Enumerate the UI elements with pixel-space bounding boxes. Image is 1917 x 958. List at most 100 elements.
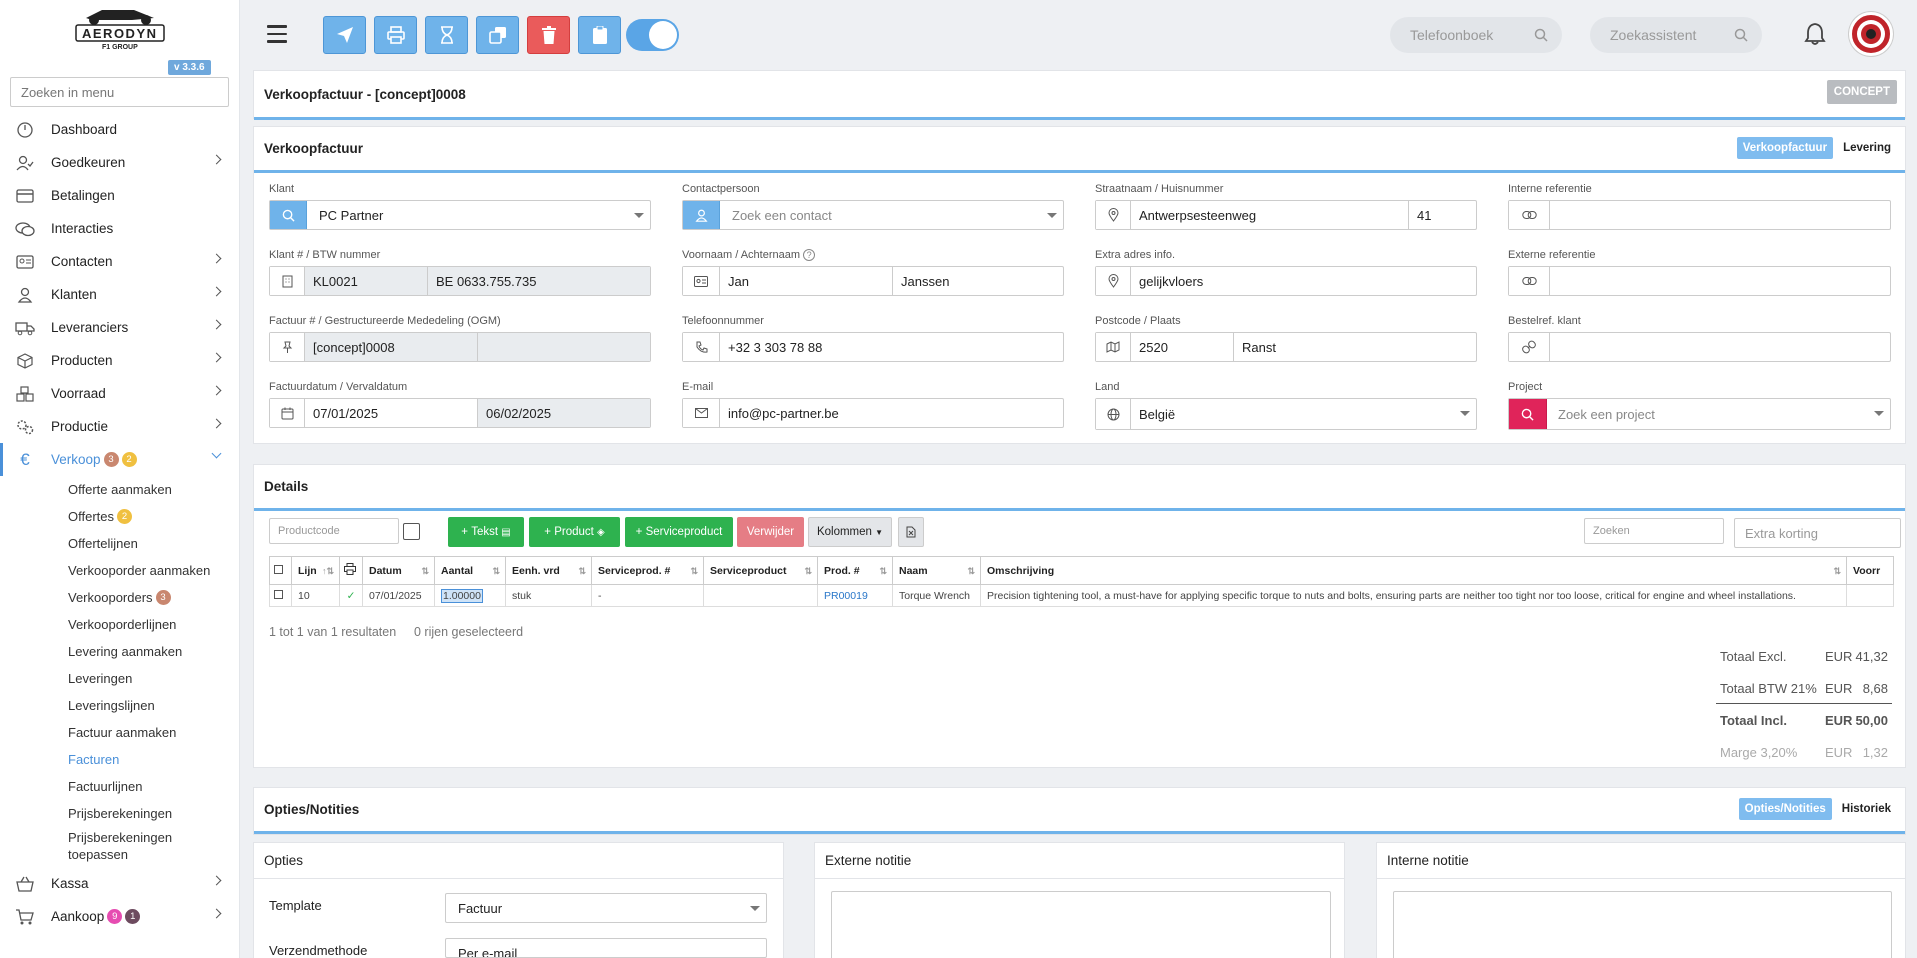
sidebar-subitem-verkooporderlijnen[interactable]: Verkooporderlijnen — [0, 611, 240, 638]
sidebar-item-dashboard[interactable]: Dashboard — [0, 113, 240, 146]
column-header-aantal[interactable]: Aantal ⇅ — [434, 556, 506, 585]
duplicate-button[interactable] — [476, 16, 519, 54]
sidebar-item-betalingen[interactable]: Betalingen — [0, 179, 240, 212]
column-header-omschrijving[interactable]: Omschrijving ⇅ — [980, 556, 1847, 585]
row-select-cell[interactable] — [269, 584, 292, 607]
sidebar-subitem-offertes[interactable]: Offertes 2 — [0, 503, 240, 530]
sidebar-subitem-leveringen[interactable]: Leveringen — [0, 665, 240, 692]
email-input[interactable]: info@pc-partner.be — [720, 399, 1063, 427]
column-header-serviceproduct[interactable]: Serviceproduct ⇅ — [703, 556, 818, 585]
contact-select[interactable]: Zoek een contact — [682, 200, 1064, 230]
export-excel-button[interactable] — [898, 517, 924, 547]
mode-toggle[interactable] — [626, 19, 679, 51]
int-ref-input[interactable] — [1550, 201, 1890, 229]
external-note-textarea[interactable] — [831, 891, 1331, 958]
number-input[interactable]: 41 — [1408, 201, 1476, 229]
ext-ref-input[interactable] — [1550, 267, 1890, 295]
invoice-date-input[interactable]: 07/01/2025 — [305, 399, 477, 427]
add-product-button[interactable]: + Product ◈ — [529, 517, 620, 547]
column-header-serviceprod-nr[interactable]: Serviceprod. # ⇅ — [591, 556, 704, 585]
sidebar-subitem-factuur-aanmaken[interactable]: Factuur aanmaken — [0, 719, 240, 746]
sidebar-item-productie[interactable]: Productie — [0, 410, 240, 443]
extra-discount-input[interactable]: Extra korting — [1734, 518, 1901, 548]
phonebook-search[interactable]: Telefoonboek — [1390, 17, 1562, 53]
int-ref-field[interactable] — [1508, 200, 1891, 230]
bell-icon[interactable] — [1804, 22, 1826, 46]
sidebar-subitem-verkooporders[interactable]: Verkooporders 3 — [0, 584, 240, 611]
columns-dropdown[interactable]: Kolommen ▼ — [808, 517, 892, 547]
sidebar-item-verkoop[interactable]: € Verkoop 3 2 — [0, 443, 240, 476]
brand-logo[interactable]: AERODYN F1 GROUP — [72, 4, 168, 54]
assistant-search[interactable]: Zoekassistent — [1590, 17, 1762, 53]
sidebar-item-interacties[interactable]: Interacties — [0, 212, 240, 245]
tab-historiek[interactable]: Historiek — [1836, 798, 1897, 820]
column-header-voorraad[interactable]: Voorr — [1846, 556, 1894, 585]
land-select[interactable]: België — [1095, 398, 1477, 430]
help-icon[interactable]: ? — [803, 249, 816, 261]
add-serviceproduct-button[interactable]: + Serviceproduct — [625, 517, 733, 547]
menu-search-input[interactable] — [10, 77, 229, 107]
sidebar-item-voorraad[interactable]: Voorraad — [0, 377, 240, 410]
column-header-lijn[interactable]: Lijn ↑⇅ — [291, 556, 340, 585]
menu-toggle-icon[interactable] — [267, 25, 287, 43]
sidebar-subitem-factuurlijnen[interactable]: Factuurlijnen — [0, 773, 240, 800]
print-button[interactable] — [374, 16, 417, 54]
street-input[interactable]: Antwerpsesteenweg — [1131, 201, 1408, 229]
sidebar-item-klanten[interactable]: Klanten — [0, 278, 240, 311]
details-search-input[interactable]: Zoeken — [1584, 518, 1724, 544]
sidebar-item-goedkeuren[interactable]: Goedkeuren — [0, 146, 240, 179]
send-button[interactable] — [323, 16, 366, 54]
klant-select[interactable]: PC Partner — [269, 200, 651, 230]
tel-field[interactable]: +32 3 303 78 88 — [682, 332, 1064, 362]
aantal-input[interactable]: 1.00000 — [441, 588, 483, 603]
productcode-checkbox[interactable] — [403, 523, 420, 540]
column-header-print[interactable] — [339, 556, 363, 585]
sidebar-subitem-verkooporder-aanmaken[interactable]: Verkooporder aanmaken — [0, 557, 240, 584]
delete-lines-button[interactable]: Verwijder — [737, 517, 804, 547]
sidebar-item-kassa[interactable]: Kassa — [0, 867, 240, 900]
column-header-eenheid[interactable]: Eenh. vrd ⇅ — [505, 556, 592, 585]
tab-opties-notities[interactable]: Opties/Notities — [1738, 798, 1832, 820]
bestel-input[interactable] — [1550, 333, 1890, 361]
project-select[interactable]: Zoek een project — [1508, 398, 1891, 430]
column-header-naam[interactable]: Naam ⇅ — [892, 556, 981, 585]
cell-aantal[interactable]: 1.00000 — [434, 584, 506, 607]
tel-input[interactable]: +32 3 303 78 88 — [720, 333, 1063, 361]
delete-button[interactable] — [527, 16, 570, 54]
extra-input[interactable]: gelijkvloers — [1131, 267, 1476, 295]
sidebar-subitem-leveringslijnen[interactable]: Leveringslijnen — [0, 692, 240, 719]
table-row[interactable]: 10 ✓ 07/01/2025 1.00000 stuk - PR00019 T… — [269, 584, 1894, 607]
postcode-input[interactable]: 2520 — [1131, 333, 1233, 361]
hourglass-button[interactable] — [425, 16, 468, 54]
last-name-input[interactable]: Janssen — [892, 267, 1063, 295]
extra-field[interactable]: gelijkvloers — [1095, 266, 1477, 296]
cell-prod-link[interactable]: PR00019 — [817, 584, 893, 607]
column-header-prod-nr[interactable]: Prod. # ⇅ — [817, 556, 893, 585]
sidebar-subitem-prijsberekeningen-toepassen[interactable]: Prijsberekeningen toepassen — [0, 827, 200, 865]
sidebar-subitem-offertelijnen[interactable]: Offertelijnen — [0, 530, 240, 557]
tab-verkoopfactuur[interactable]: Verkoopfactuur — [1736, 137, 1834, 159]
template-select[interactable]: Factuur — [445, 893, 767, 923]
select-all-checkbox[interactable] — [274, 564, 283, 574]
internal-note-textarea[interactable] — [1393, 891, 1892, 958]
ext-ref-field[interactable] — [1508, 266, 1891, 296]
clipboard-button[interactable] — [578, 16, 621, 54]
bestel-field[interactable] — [1508, 332, 1891, 362]
sidebar-item-producten[interactable]: Producten — [0, 344, 240, 377]
email-field[interactable]: info@pc-partner.be — [682, 398, 1064, 428]
row-checkbox[interactable] — [274, 589, 283, 599]
sidebar-subitem-prijsberekeningen[interactable]: Prijsberekeningen — [0, 800, 240, 827]
tab-levering[interactable]: Levering — [1837, 137, 1897, 159]
first-name-input[interactable]: Jan — [720, 267, 892, 295]
plaats-input[interactable]: Ranst — [1233, 333, 1476, 361]
verzend-select[interactable]: Per e-mail — [445, 938, 767, 958]
sidebar-subitem-levering-aanmaken[interactable]: Levering aanmaken — [0, 638, 240, 665]
sidebar-subitem-offerte-aanmaken[interactable]: Offerte aanmaken — [0, 476, 240, 503]
sidebar-item-leveranciers[interactable]: Leveranciers — [0, 311, 240, 344]
sidebar-subitem-facturen[interactable]: Facturen — [0, 746, 240, 773]
sidebar-item-aankoop[interactable]: Aankoop 9 1 — [0, 900, 240, 933]
add-text-button[interactable]: + Tekst ▤ — [448, 517, 524, 547]
productcode-input[interactable]: Productcode — [269, 518, 399, 544]
column-header-datum[interactable]: Datum ⇅ — [362, 556, 435, 585]
sidebar-item-contacten[interactable]: Contacten — [0, 245, 240, 278]
